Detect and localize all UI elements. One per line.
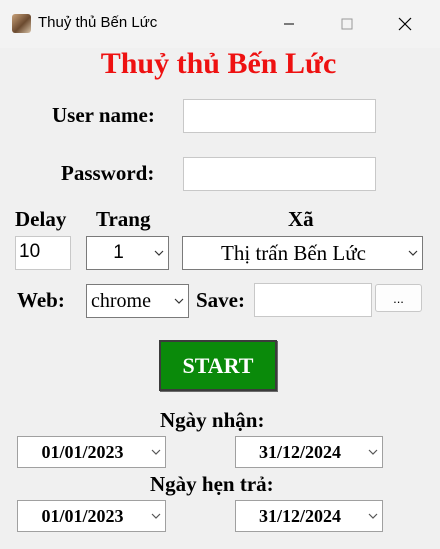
- app-icon: [12, 14, 31, 33]
- due-from-date-picker[interactable]: 01/01/2023: [17, 500, 166, 532]
- received-to-date-picker[interactable]: 31/12/2024: [235, 436, 383, 468]
- browser-select-value: chrome: [91, 289, 151, 312]
- received-to-value: 31/12/2024: [258, 441, 341, 462]
- due-date-label: Ngày hẹn trả:: [150, 472, 274, 496]
- due-to-date-picker[interactable]: 31/12/2024: [235, 500, 383, 532]
- web-label: Web:: [17, 288, 65, 312]
- username-label: User name:: [52, 103, 155, 127]
- page-label: Trang: [96, 207, 151, 231]
- commune-label: Xã: [288, 207, 314, 231]
- due-from-value: 01/01/2023: [41, 505, 124, 526]
- chevron-down-icon: [150, 250, 168, 256]
- received-from-value: 01/01/2023: [41, 441, 124, 462]
- chevron-down-icon: [147, 513, 165, 519]
- browser-select[interactable]: chrome: [86, 284, 189, 318]
- save-label: Save:: [196, 288, 245, 312]
- save-path-input[interactable]: [254, 283, 372, 317]
- close-icon: [398, 17, 412, 31]
- title-bar: Thuỷ thủ Bến Lức: [0, 0, 440, 48]
- minimize-button[interactable]: [266, 8, 312, 40]
- received-date-label: Ngày nhận:: [160, 408, 265, 432]
- commune-select-value: Thị trấn Bến Lức: [221, 240, 366, 265]
- maximize-button[interactable]: [324, 8, 370, 40]
- minimize-icon: [284, 23, 294, 25]
- chevron-down-icon: [364, 449, 382, 455]
- chevron-down-icon: [404, 250, 422, 256]
- close-button[interactable]: [382, 8, 428, 40]
- start-button[interactable]: START: [159, 340, 277, 391]
- chevron-down-icon: [170, 298, 188, 304]
- page-select[interactable]: 1: [86, 236, 169, 270]
- chevron-down-icon: [364, 513, 382, 519]
- password-input[interactable]: [183, 157, 376, 191]
- delay-label: Delay: [15, 207, 67, 231]
- delay-value: 10: [19, 241, 41, 262]
- window-title: Thuỷ thủ Bến Lức: [38, 14, 158, 31]
- commune-select[interactable]: Thị trấn Bến Lức: [182, 236, 423, 270]
- received-from-date-picker[interactable]: 01/01/2023: [17, 436, 166, 468]
- browse-button[interactable]: ...: [375, 284, 422, 312]
- delay-input[interactable]: 10: [15, 236, 71, 270]
- due-to-value: 31/12/2024: [258, 505, 341, 526]
- app-heading: Thuỷ thủ Bến Lức: [100, 47, 337, 80]
- chevron-down-icon: [147, 449, 165, 455]
- password-label: Password:: [61, 161, 155, 185]
- page-select-value: 1: [113, 242, 124, 263]
- username-input[interactable]: [183, 99, 376, 133]
- maximize-icon: [341, 18, 353, 30]
